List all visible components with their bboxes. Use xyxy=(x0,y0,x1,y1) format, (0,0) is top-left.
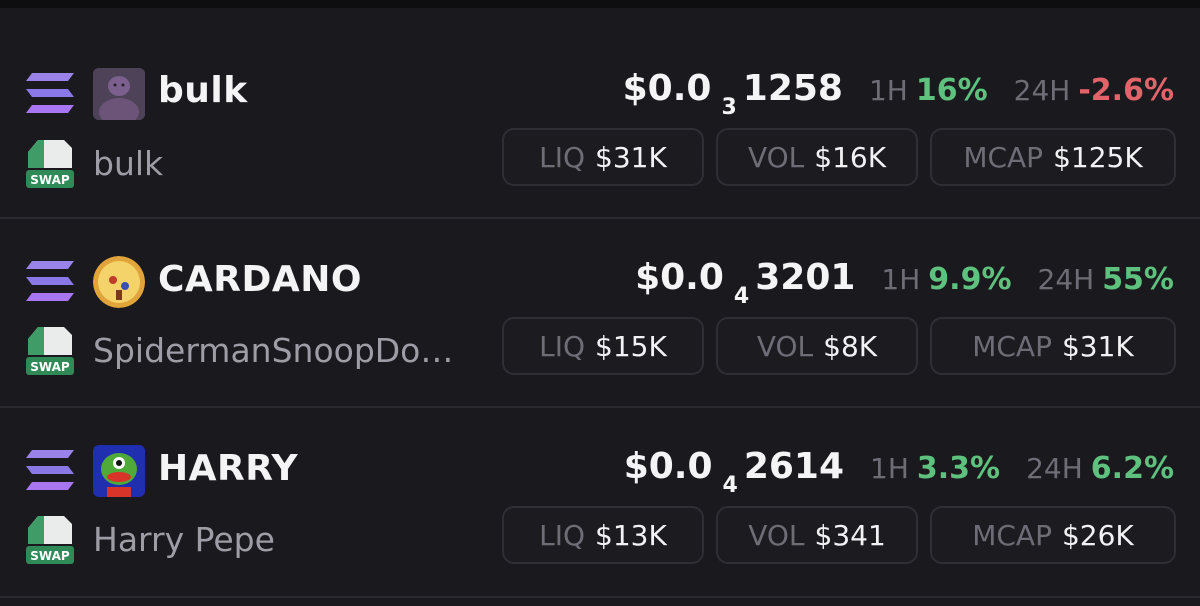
token-row-bulk[interactable]: bulk $0.0 3 1258 1H 16% 24H -2.6% SWAP b… xyxy=(0,30,1200,218)
volume-stat: VOL $8K xyxy=(716,317,918,375)
swap-badge-text: SWAP xyxy=(30,360,70,374)
token-symbol: CARDANO xyxy=(158,259,362,300)
token-name: Harry Pepe xyxy=(93,520,275,559)
volume-stat: VOL $341 xyxy=(716,506,918,564)
h1-label: 1H xyxy=(870,452,909,485)
volume-value: $16K xyxy=(814,140,887,174)
volume-stat: VOL $16K xyxy=(716,128,918,186)
price-prefix: $0.0 xyxy=(622,68,712,109)
h24-change: 6.2% xyxy=(1090,451,1174,486)
token-row-cardano[interactable]: CARDANO $0.0 4 3201 1H 9.9% 24H 55% SWAP… xyxy=(0,219,1200,407)
h1-change: 3.3% xyxy=(916,451,1001,486)
h24-label: 24H xyxy=(1026,452,1083,485)
price-change-line: $0.0 4 3201 1H 9.9% 24H 55% xyxy=(635,257,1174,309)
price-digits: 1258 xyxy=(742,68,843,109)
h24-label: 24H xyxy=(1037,263,1095,296)
mcap-stat: MCAP $31K xyxy=(930,317,1176,375)
price-zero-count: 4 xyxy=(733,284,750,309)
volume-value: $341 xyxy=(814,518,886,552)
token-price: $0.0 3 1258 xyxy=(622,68,843,120)
liquidity-value: $13K xyxy=(595,518,667,552)
volume-label: VOL xyxy=(747,140,805,174)
token-name: bulk xyxy=(93,144,164,183)
solana-icon xyxy=(26,73,74,113)
swap-dex-icon: SWAP xyxy=(26,327,74,375)
h1-change: 9.9% xyxy=(928,262,1012,297)
top-bar xyxy=(0,0,1200,8)
h24-label: 24H xyxy=(1013,74,1071,107)
token-symbol: HARRY xyxy=(158,448,299,489)
mcap-value: $31K xyxy=(1061,329,1134,363)
row-divider xyxy=(0,596,1200,598)
liquidity-value: $31K xyxy=(595,140,667,174)
liquidity-stat: LIQ $15K xyxy=(502,317,704,375)
volume-label: VOL xyxy=(756,329,814,363)
price-change-line: $0.0 3 1258 1H 16% 24H -2.6% xyxy=(622,68,1174,120)
liquidity-label: LIQ xyxy=(539,140,586,174)
mcap-stat: MCAP $125K xyxy=(930,128,1176,186)
price-prefix: $0.0 xyxy=(623,446,713,487)
token-name: SpidermanSnoopDo… xyxy=(93,331,454,370)
volume-value: $8K xyxy=(823,329,878,363)
token-symbol: bulk xyxy=(158,70,248,111)
solana-icon xyxy=(26,450,74,490)
liquidity-label: LIQ xyxy=(539,518,586,552)
mcap-value: $26K xyxy=(1061,518,1134,552)
h24-change: -2.6% xyxy=(1078,73,1174,108)
h24-change: 55% xyxy=(1102,262,1174,297)
mcap-label: MCAP xyxy=(972,518,1052,552)
mcap-label: MCAP xyxy=(972,329,1052,363)
volume-label: VOL xyxy=(748,518,805,552)
price-change-line: $0.0 4 2614 1H 3.3% 24H 6.2% xyxy=(623,446,1174,498)
mcap-label: MCAP xyxy=(963,140,1044,174)
liquidity-value: $15K xyxy=(595,329,667,363)
token-avatar-bulk xyxy=(93,68,145,120)
h1-label: 1H xyxy=(868,74,908,107)
token-price: $0.0 4 2614 xyxy=(623,446,845,498)
price-zero-count: 3 xyxy=(721,95,737,120)
h1-change: 16% xyxy=(915,73,988,108)
liquidity-stat: LIQ $13K xyxy=(502,506,704,564)
liquidity-label: LIQ xyxy=(539,329,586,363)
mcap-value: $125K xyxy=(1053,140,1143,174)
mcap-stat: MCAP $26K xyxy=(930,506,1176,564)
swap-dex-icon: SWAP xyxy=(26,140,74,188)
swap-badge-text: SWAP xyxy=(30,173,70,187)
token-avatar-cardano xyxy=(93,256,145,308)
price-digits: 3201 xyxy=(755,257,856,298)
token-row-harry[interactable]: HARRY $0.0 4 2614 1H 3.3% 24H 6.2% SWAP … xyxy=(0,408,1200,596)
h1-label: 1H xyxy=(881,263,921,296)
price-digits: 2614 xyxy=(743,446,845,487)
solana-icon xyxy=(26,261,74,301)
token-avatar-harry xyxy=(93,445,145,497)
swap-badge-text: SWAP xyxy=(30,549,70,563)
liquidity-stat: LIQ $31K xyxy=(502,128,704,186)
price-prefix: $0.0 xyxy=(635,257,724,298)
swap-dex-icon: SWAP xyxy=(26,516,74,564)
price-zero-count: 4 xyxy=(722,473,738,498)
token-price: $0.0 4 3201 xyxy=(635,257,856,309)
